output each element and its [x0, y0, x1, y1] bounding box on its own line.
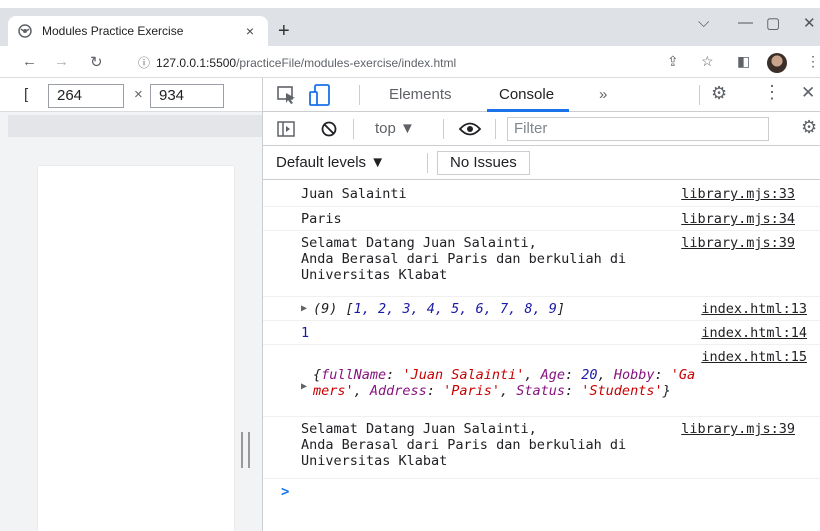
console-object[interactable]: {fullName: 'Juan Salainti', Age: 20, Hob…	[313, 367, 695, 399]
toolbar-separator	[699, 85, 700, 105]
tab-search-icon[interactable]: ⌵	[698, 14, 709, 31]
toolbar-separator	[427, 153, 428, 173]
filter-input[interactable]: Filter	[507, 117, 769, 141]
devtools-panel: Elements Console » ⚙ ⋮ ✕ top ▼ Filter ⚙ …	[262, 78, 820, 531]
clear-console-icon[interactable]	[321, 121, 337, 137]
device-bracket: [	[24, 86, 29, 103]
toolbar-separator	[495, 119, 496, 139]
console-array[interactable]: (9) [1, 2, 3, 4, 5, 6, 7, 8, 9]	[313, 301, 565, 317]
console-settings-gear-icon[interactable]: ⚙	[801, 117, 817, 138]
info-icon[interactable]: ⓘ	[138, 56, 150, 70]
tab-strip: Modules Practice Exercise × + ⌵ — ▢ ✕	[0, 8, 820, 46]
device-toggle-icon[interactable]	[309, 84, 331, 106]
source-link[interactable]: library.mjs:39	[681, 421, 795, 437]
more-tabs-icon[interactable]: »	[599, 86, 607, 103]
url-field[interactable]: ⓘ 127.0.0.1:5500/practiceFile/modules-exe…	[138, 54, 456, 71]
back-arrow-icon[interactable]: ←	[22, 53, 37, 70]
source-link[interactable]: library.mjs:39	[681, 235, 795, 251]
emulated-viewport-area	[0, 112, 262, 531]
emulated-page	[38, 166, 234, 531]
new-tab-button[interactable]: +	[278, 21, 290, 41]
tab-close-icon[interactable]: ×	[242, 23, 258, 39]
reload-icon[interactable]: ↻	[90, 53, 103, 71]
close-window-button[interactable]: ✕	[803, 14, 816, 32]
minimize-button[interactable]: —	[738, 14, 753, 31]
page-heading-fragment	[0, 0, 820, 8]
tab-console[interactable]: Console	[499, 86, 554, 103]
expand-triangle-icon[interactable]: ▶	[301, 303, 307, 314]
console-prompt[interactable]: >	[281, 484, 289, 500]
globe-icon	[18, 24, 32, 38]
toolbar-separator	[359, 85, 360, 105]
expand-triangle-icon[interactable]: ▶	[301, 381, 307, 392]
console-row: ▶ (9) [1, 2, 3, 4, 5, 6, 7, 8, 9] index.…	[263, 297, 820, 321]
share-icon[interactable]: ⇪	[667, 53, 679, 70]
source-link[interactable]: library.mjs:34	[681, 211, 795, 227]
address-bar-row: ← → ↻ ⓘ 127.0.0.1:5500/practiceFile/modul…	[0, 46, 820, 78]
dimension-times: ×	[134, 86, 143, 103]
console-row: Selamat Datang Juan Salainti, Anda Beras…	[263, 417, 820, 479]
console-message: Selamat Datang Juan Salainti, Anda Beras…	[301, 421, 627, 469]
toolbar-separator	[353, 119, 354, 139]
close-devtools-icon[interactable]: ✕	[801, 83, 815, 103]
toolbar-separator	[443, 119, 444, 139]
side-panel-icon[interactable]: ◧	[737, 53, 750, 70]
url-host: 127.0.0.1:5500	[156, 56, 237, 70]
settings-gear-icon[interactable]: ⚙	[711, 83, 727, 104]
console-message: Juan Salainti	[301, 186, 407, 202]
console-row: Selamat Datang Juan Salainti, Anda Beras…	[263, 231, 820, 297]
levels-bar: Default levels ▼ No Issues	[263, 146, 820, 180]
source-link[interactable]: index.html:14	[701, 325, 807, 341]
context-selector[interactable]: top ▼	[375, 120, 415, 137]
console-number: 1	[301, 325, 310, 341]
sidebar-toggle-icon[interactable]	[277, 121, 295, 137]
profile-avatar[interactable]	[767, 53, 787, 73]
live-expression-eye-icon[interactable]	[459, 122, 481, 136]
console-row: Juan Salainti library.mjs:33	[263, 181, 820, 207]
devtools-tabs: Elements Console » ⚙ ⋮ ✕	[263, 78, 820, 112]
viewport-resize-handle[interactable]	[241, 432, 250, 468]
source-link[interactable]: index.html:13	[701, 301, 807, 317]
forward-arrow-icon[interactable]: →	[54, 53, 69, 70]
tab-elements[interactable]: Elements	[389, 86, 452, 103]
media-query-ruler	[8, 115, 262, 137]
browser-tab[interactable]: Modules Practice Exercise ×	[8, 16, 268, 46]
console-toolbar: top ▼ Filter ⚙	[263, 112, 820, 146]
viewport-width-input[interactable]: 264	[48, 84, 124, 108]
maximize-button[interactable]: ▢	[766, 14, 780, 32]
source-link[interactable]: library.mjs:33	[681, 186, 795, 202]
url-path: /practiceFile/modules-exercise/index.htm…	[236, 56, 457, 70]
console-row: 1 index.html:14	[263, 321, 820, 345]
console-row: index.html:15 ▶ {fullName: 'Juan Salaint…	[263, 345, 820, 417]
device-toolbar: [ 264 × 934	[0, 78, 262, 112]
kebab-menu-icon[interactable]: ⋮	[806, 53, 820, 70]
bookmark-star-icon[interactable]: ☆	[701, 53, 714, 70]
console-message: Paris	[301, 211, 342, 227]
inspect-element-icon[interactable]	[277, 86, 297, 104]
issues-button[interactable]: No Issues	[437, 151, 530, 175]
console-message: Selamat Datang Juan Salainti, Anda Beras…	[301, 235, 627, 283]
tab-title: Modules Practice Exercise	[42, 24, 184, 38]
devtools-menu-icon[interactable]: ⋮	[763, 82, 781, 103]
source-link[interactable]: index.html:15	[701, 349, 807, 365]
console-row: Paris library.mjs:34	[263, 207, 820, 231]
default-levels-dropdown[interactable]: Default levels ▼	[276, 154, 385, 171]
viewport-height-input[interactable]: 934	[150, 84, 224, 108]
